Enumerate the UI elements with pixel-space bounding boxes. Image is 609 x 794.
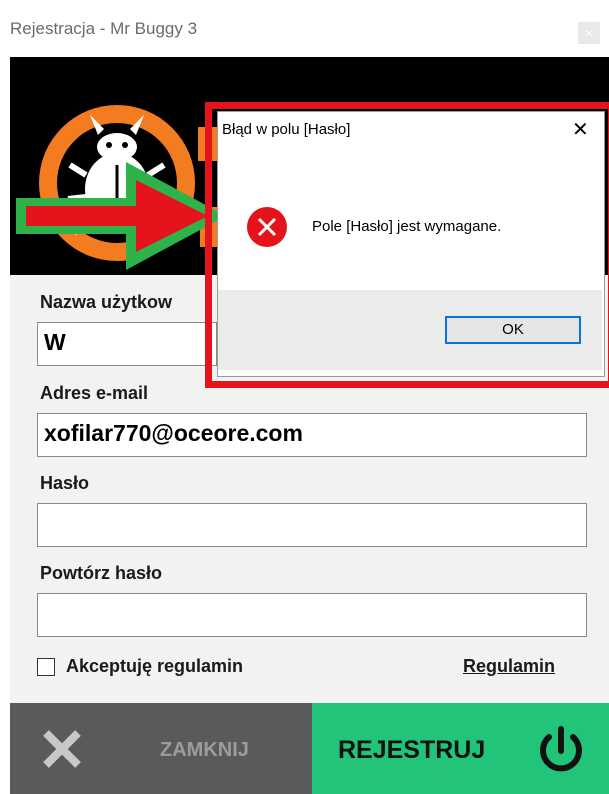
repeat-password-field[interactable] bbox=[37, 593, 587, 637]
register-button[interactable]: REJESTRUJ bbox=[312, 703, 609, 794]
window-close-button[interactable]: × bbox=[578, 22, 600, 44]
email-label: Adres e-mail bbox=[40, 383, 149, 403]
username-label: Nazwa użytkow bbox=[40, 292, 173, 312]
username-field[interactable]: W bbox=[37, 322, 217, 366]
register-button-label: REJESTRUJ bbox=[338, 736, 486, 764]
password-field[interactable] bbox=[37, 503, 587, 547]
email-field[interactable]: xofilar770@oceore.com bbox=[37, 413, 587, 457]
accept-terms-label: Akceptuję regulamin bbox=[66, 656, 244, 676]
password-label: Hasło bbox=[40, 473, 90, 493]
highlight-box bbox=[205, 102, 609, 388]
power-icon bbox=[540, 726, 582, 772]
close-x-icon bbox=[43, 730, 81, 768]
accept-terms-checkbox[interactable] bbox=[37, 658, 55, 676]
window-title: Rejestracja - Mr Buggy 3 bbox=[10, 19, 198, 38]
terms-link[interactable]: Regulamin bbox=[463, 656, 555, 677]
repeat-password-label: Powtórz hasło bbox=[40, 563, 163, 583]
close-button[interactable]: ZAMKNIJ bbox=[10, 703, 312, 794]
window-titlebar: Rejestracja - Mr Buggy 3 × bbox=[0, 0, 609, 57]
close-button-label: ZAMKNIJ bbox=[160, 739, 249, 761]
